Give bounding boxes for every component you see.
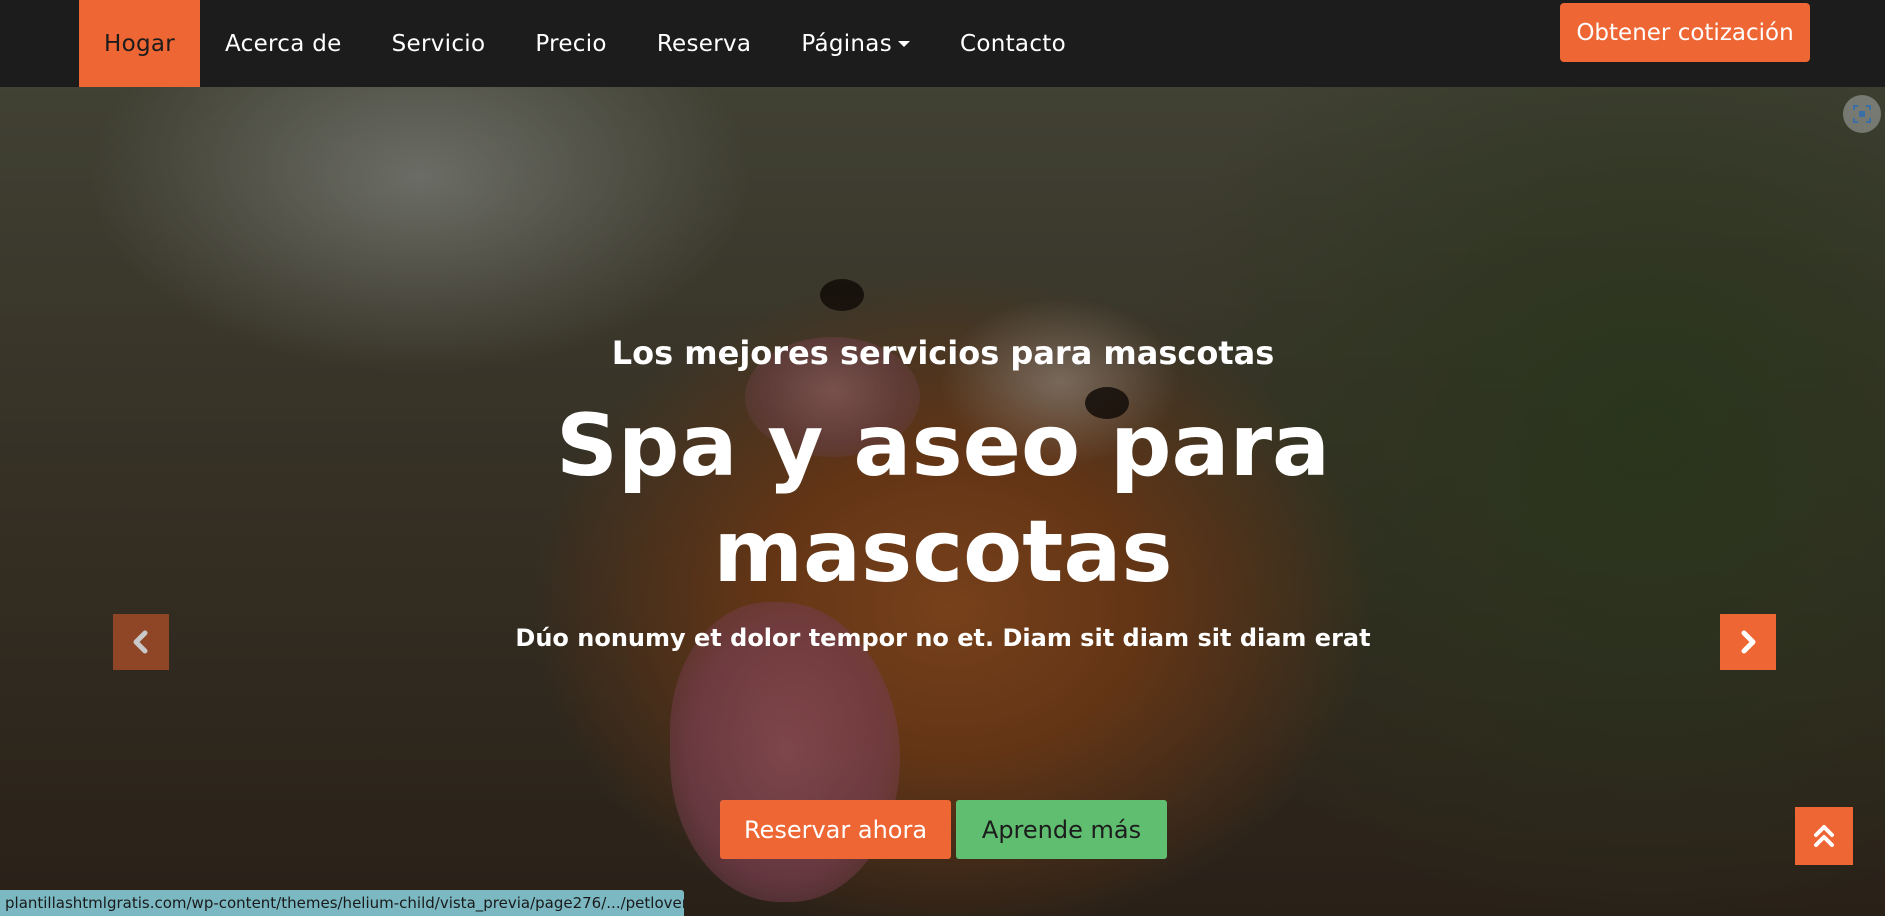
nav-item-reserva[interactable]: Reserva [632,0,777,87]
nav-item-label: Servicio [391,30,486,57]
double-chevron-up-icon [1814,825,1834,847]
hero-title-line: mascotas [713,502,1173,602]
nav-item-label: Hogar [104,30,176,57]
hero-description: Dúo nonumy et dolor tempor no et. Diam s… [515,624,1371,652]
nav-item-label: Reserva [656,30,752,57]
hero-actions: Reservar ahora Aprende más [720,800,1167,859]
carousel-prev-button[interactable] [113,614,169,670]
hero-title-line: Spa y aseo para [555,396,1331,496]
nav-item-label: Acerca de [225,30,342,57]
caret-down-icon [898,40,910,47]
nav-menu: Hogar Acerca de Servicio Precio Reserva … [79,0,1091,87]
chevron-right-icon [1741,630,1756,654]
nav-item-label: Precio [535,30,607,57]
book-now-button[interactable]: Reservar ahora [720,800,951,859]
browser-status-url: plantillashtmlgratis.com/wp-content/them… [0,890,684,916]
chevron-left-icon [133,630,148,654]
nav-item-label: Páginas [801,30,892,57]
nav-item-hogar[interactable]: Hogar [79,0,201,87]
top-navbar: Hogar Acerca de Servicio Precio Reserva … [0,0,1885,87]
learn-more-button[interactable]: Aprende más [956,800,1167,859]
nav-item-contacto[interactable]: Contacto [935,0,1091,87]
hero-subtitle: Los mejores servicios para mascotas [611,334,1275,372]
nav-item-acerca-de[interactable]: Acerca de [200,0,367,87]
nav-item-paginas-dropdown[interactable]: Páginas [776,0,935,87]
nav-item-label: Contacto [960,30,1066,57]
carousel-next-button[interactable] [1720,614,1776,670]
back-to-top-button[interactable] [1795,807,1853,865]
screen-capture-icon[interactable] [1843,95,1881,133]
hero-title: Spa y aseo para mascotas [443,393,1443,605]
get-quote-button[interactable]: Obtener cotización [1560,3,1810,62]
nav-item-precio[interactable]: Precio [510,0,631,87]
nav-item-servicio[interactable]: Servicio [367,0,511,87]
hero-caption: Los mejores servicios para mascotas Spa … [443,333,1443,653]
